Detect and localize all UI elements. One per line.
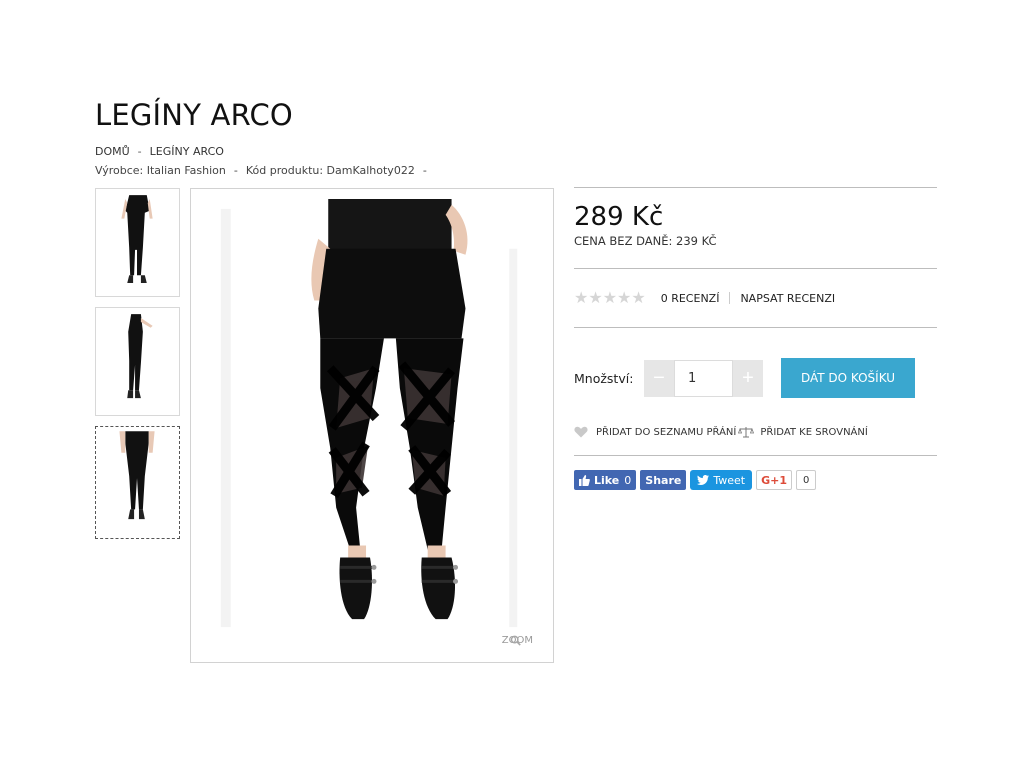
thumbnail-1[interactable] — [95, 188, 180, 297]
facebook-like-button[interactable]: Like 0 — [574, 470, 637, 490]
product-code-text: Kód produktu: DamKalhoty022 — [245, 164, 415, 177]
balance-scale-icon — [738, 426, 755, 438]
product-thumbnail-image — [96, 427, 179, 538]
facebook-share-button[interactable]: Share — [640, 470, 687, 490]
thumbs-up-icon — [579, 474, 590, 486]
star-empty-icon: ★ — [631, 288, 646, 307]
reviews-row: ★ ★ ★ ★ ★ 0 RECENZÍ NAPSAT RECENZI — [574, 269, 937, 327]
product-main-image[interactable]: ZOOM — [190, 188, 554, 663]
rating-stars: ★ ★ ★ ★ ★ — [574, 290, 646, 306]
breadcrumb-current[interactable]: LEGÍNY ARCO — [150, 145, 224, 158]
zoom-button[interactable]: ZOOM — [498, 635, 533, 646]
product-thumbnail-image — [96, 308, 179, 415]
star-empty-icon: ★ — [588, 288, 603, 307]
add-to-wishlist-link[interactable]: PŘIDAT DO SEZNAMU PŘÁNÍ — [596, 427, 736, 438]
twitter-bird-icon — [697, 475, 710, 485]
social-buttons: Like 0 Share Tweet G+1 0 — [574, 470, 937, 490]
write-review-link[interactable]: NAPSAT RECENZI — [740, 292, 835, 305]
thumbnail-2[interactable] — [95, 307, 180, 416]
breadcrumb-home-link[interactable]: DOMŮ — [95, 145, 130, 158]
meta-separator: - — [422, 164, 427, 177]
facebook-like-count: 0 — [624, 473, 632, 487]
reviews-divider — [729, 292, 731, 304]
product-actions: PŘIDAT DO SEZNAMU PŘÁNÍ PŘIDAT KE SROVNÁ… — [574, 425, 937, 439]
star-empty-icon: ★ — [617, 288, 632, 307]
divider — [574, 187, 937, 188]
quantity-input[interactable] — [674, 359, 733, 397]
product-thumbnail-image — [96, 189, 179, 296]
quantity-label: Množství: — [574, 370, 634, 386]
quantity-stepper: − + — [644, 359, 763, 397]
facebook-like-label: Like — [594, 473, 620, 487]
quantity-increase-button[interactable]: + — [733, 359, 763, 397]
add-to-compare-link[interactable]: PŘIDAT KE SROVNÁNÍ — [760, 427, 867, 438]
page-title: LEGÍNY ARCO — [95, 98, 293, 132]
thumbnail-3-selected[interactable] — [95, 426, 180, 539]
meta-separator: - — [233, 164, 238, 177]
breadcrumb-separator: - — [137, 145, 142, 158]
tweet-label: Tweet — [713, 473, 746, 487]
product-page: LEGÍNY ARCO DOMŮ - LEGÍNY ARCO Výrobce: … — [0, 0, 1024, 768]
star-empty-icon: ★ — [602, 288, 618, 307]
price-without-tax: CENA BEZ DANĚ: 239 KČ — [574, 234, 717, 248]
add-to-cart-button[interactable]: DÁT DO KOŠÍKU — [781, 358, 915, 398]
manufacturer-text: Výrobce: Italian Fashion — [95, 164, 226, 177]
breadcrumb: DOMŮ - LEGÍNY ARCO — [95, 145, 224, 158]
reviews-count-link[interactable]: 0 RECENZÍ — [661, 292, 720, 305]
quantity-decrease-button[interactable]: − — [644, 359, 674, 397]
quantity-row: Množství: − + DÁT DO KOŠÍKU — [574, 358, 937, 398]
product-price: 289 Kč — [574, 202, 664, 232]
divider — [574, 327, 937, 328]
google-plus-button[interactable]: G+1 — [756, 470, 792, 490]
product-info: 289 Kč CENA BEZ DANĚ: 239 KČ ★ ★ ★ ★ ★ 0… — [574, 187, 937, 490]
tweet-button[interactable]: Tweet — [690, 470, 753, 490]
thumbnail-list — [95, 188, 180, 549]
google-plus-count: 0 — [795, 470, 817, 490]
product-meta: Výrobce: Italian Fashion - Kód produktu:… — [95, 164, 427, 177]
product-photo — [191, 189, 553, 662]
divider — [574, 455, 937, 456]
star-empty-icon: ★ — [574, 288, 589, 307]
heart-icon — [574, 426, 588, 438]
